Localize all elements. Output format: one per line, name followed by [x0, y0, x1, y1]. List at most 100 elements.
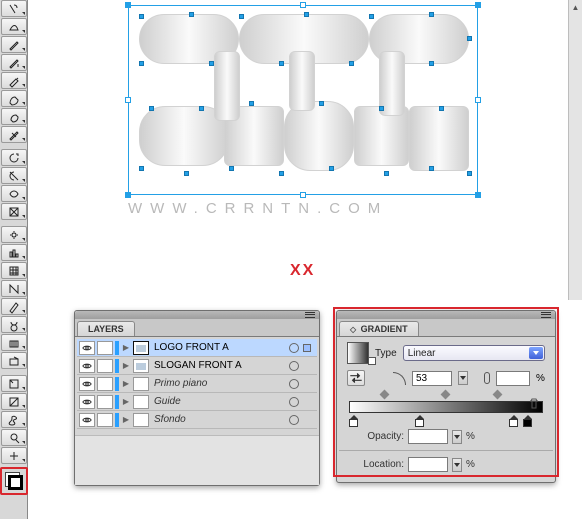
gradient-ramp[interactable] — [349, 401, 543, 413]
gradient-slider[interactable] — [349, 391, 543, 425]
expand-layer-icon[interactable]: ▶ — [121, 415, 131, 424]
layer-thumbnail[interactable] — [133, 395, 149, 409]
free-transform-icon[interactable] — [1, 203, 27, 220]
gradient-color-stop[interactable] — [349, 415, 358, 426]
layer-name[interactable]: Sfondo — [151, 414, 287, 425]
gradient-angle-input[interactable] — [412, 371, 452, 386]
tools-toolbar — [0, 0, 28, 519]
expand-layer-icon[interactable]: ▶ — [121, 397, 131, 406]
target-layer-icon[interactable] — [289, 343, 299, 353]
opacity-label: Opacity: — [349, 431, 404, 442]
layer-name[interactable]: Guide — [151, 396, 287, 407]
lasso-icon[interactable] — [1, 18, 27, 35]
symbol-sprayer-icon[interactable] — [1, 226, 27, 243]
gradient-preview-swatch[interactable] — [347, 342, 369, 364]
layer-name[interactable]: Primo piano — [151, 378, 287, 389]
aspect-unit: % — [536, 373, 545, 384]
gradient-midpoint-diamond[interactable] — [380, 390, 390, 400]
live-paint-select-icon[interactable] — [1, 352, 27, 369]
layer-row[interactable]: ▶ Sfondo — [77, 411, 317, 429]
gradient-type-select[interactable]: Linear — [403, 345, 545, 361]
column-graph-icon[interactable] — [1, 244, 27, 261]
gradient-midpoint-diamond[interactable] — [493, 390, 503, 400]
lock-toggle[interactable] — [97, 413, 113, 427]
blend-icon[interactable] — [1, 316, 27, 333]
lock-toggle[interactable] — [97, 377, 113, 391]
gradient-aspect-input[interactable] — [496, 371, 530, 386]
layers-panel-drag-bar[interactable] — [75, 311, 319, 319]
layer-name[interactable]: LOGO FRONT A — [151, 342, 287, 353]
mesh-icon[interactable] — [1, 262, 27, 279]
layer-row[interactable]: ▶ Primo piano — [77, 375, 317, 393]
gradient-tab-label: GRADIENT — [361, 324, 408, 334]
target-layer-icon[interactable] — [289, 379, 299, 389]
pencil-icon[interactable] — [1, 72, 27, 89]
selection-bounding-box[interactable] — [128, 5, 478, 195]
expand-layer-icon[interactable]: ▶ — [121, 343, 131, 352]
gradient-tab[interactable]: ◇ GRADIENT — [339, 321, 419, 336]
gradient-tab-collapse-icon[interactable]: ◇ — [350, 325, 356, 334]
target-layer-icon[interactable] — [289, 415, 299, 425]
gradient-color-stop[interactable] — [415, 415, 424, 426]
lock-toggle[interactable] — [97, 395, 113, 409]
expand-layer-icon[interactable]: ▶ — [121, 361, 131, 370]
artboard-icon[interactable] — [1, 375, 27, 392]
layer-row[interactable]: ▶ LOGO FRONT A — [77, 339, 317, 357]
layer-thumbnail[interactable] — [133, 359, 149, 373]
opacity-stepper[interactable] — [452, 430, 462, 444]
pen-icon[interactable] — [1, 36, 27, 53]
layers-panel-menu-icon[interactable] — [305, 311, 315, 319]
reverse-gradient-button[interactable] — [347, 370, 365, 386]
toggle-fill-stroke-icon[interactable] — [1, 447, 27, 464]
warp-icon[interactable] — [1, 185, 27, 202]
artboard-canvas[interactable]: WWW.CRRNTN.COM XX ▲ — [28, 0, 582, 300]
layers-tab[interactable]: LAYERS — [77, 321, 135, 336]
layer-thumbnail[interactable] — [133, 341, 149, 355]
visibility-toggle[interactable] — [79, 413, 95, 427]
location-input[interactable] — [408, 457, 448, 472]
brush-icon[interactable] — [1, 90, 27, 107]
angle-stepper[interactable] — [458, 371, 468, 385]
gradient-panel-drag-bar[interactable] — [337, 311, 555, 319]
target-layer-icon[interactable] — [289, 361, 299, 371]
hand-icon[interactable] — [1, 411, 27, 428]
visibility-toggle[interactable] — [79, 395, 95, 409]
reflect-icon[interactable] — [1, 167, 27, 184]
location-label: Location: — [349, 459, 404, 470]
gradient-midpoint-diamond[interactable] — [441, 390, 451, 400]
gradient-tool-icon[interactable] — [1, 280, 27, 297]
eyedropper-icon[interactable] — [1, 298, 27, 315]
gradient-color-stop[interactable] — [523, 415, 532, 426]
lock-toggle[interactable] — [97, 341, 113, 355]
zoom-icon[interactable] — [1, 429, 27, 446]
gradient-swatch-dropdown-icon[interactable] — [368, 357, 376, 365]
rotate-icon[interactable] — [1, 149, 27, 166]
gradient-type-value: Linear — [408, 348, 436, 359]
select-chevron-icon — [529, 347, 543, 359]
layer-thumbnail[interactable] — [133, 413, 149, 427]
blob-brush-icon[interactable] — [1, 108, 27, 125]
target-layer-icon[interactable] — [289, 397, 299, 407]
pen-add-icon[interactable] — [1, 54, 27, 71]
lock-toggle[interactable] — [97, 359, 113, 373]
gradient-panel-menu-icon[interactable] — [541, 311, 551, 319]
location-stepper[interactable] — [452, 458, 462, 472]
slice-icon[interactable] — [1, 393, 27, 410]
fill-stroke-swatch[interactable] — [0, 467, 28, 495]
layer-name[interactable]: SLOGAN FRONT A — [151, 360, 287, 371]
expand-layer-icon[interactable]: ▶ — [121, 379, 131, 388]
layer-thumbnail[interactable] — [133, 377, 149, 391]
stroke-swatch[interactable] — [8, 475, 23, 490]
magic-wand-icon[interactable] — [1, 0, 27, 17]
eraser-icon[interactable] — [1, 126, 27, 143]
visibility-toggle[interactable] — [79, 341, 95, 355]
visibility-toggle[interactable] — [79, 359, 95, 373]
gradient-color-stop[interactable] — [509, 415, 518, 426]
live-paint-icon[interactable] — [1, 334, 27, 351]
layer-row[interactable]: ▶ SLOGAN FRONT A — [77, 357, 317, 375]
canvas-vertical-scrollbar[interactable]: ▲ — [568, 0, 582, 300]
layer-row[interactable]: ▶ Guide — [77, 393, 317, 411]
delete-stop-button[interactable] — [527, 397, 541, 411]
visibility-toggle[interactable] — [79, 377, 95, 391]
opacity-input[interactable] — [408, 429, 448, 444]
